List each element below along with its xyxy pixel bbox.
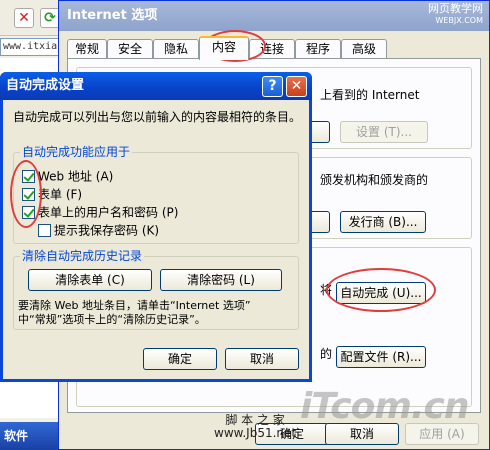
watermark-top-text: 网页教学网: [428, 2, 483, 15]
profile-button[interactable]: 配置文件 (R)...: [336, 346, 426, 368]
prompt-save-password-label: 提示我保存密码 (K): [54, 223, 160, 238]
stop-icon[interactable]: ✕: [14, 8, 34, 28]
jb51-watermark: 脚 本 之 家 www.Jb51.net: [214, 414, 296, 440]
jb51-site-url: www.Jb51.net: [214, 426, 297, 440]
tab-advanced[interactable]: 高级: [341, 39, 387, 59]
autocomplete-title: 自动完成设置: [6, 78, 85, 93]
clear-history-note: 要清除 Web 地址条目，请单击“Internet 选项” 中“常规”选项卡上的…: [18, 299, 251, 327]
profile-text-fragment: 的: [320, 347, 333, 361]
prompt-save-password-checkbox[interactable]: [38, 224, 51, 237]
certificates-text: 颁发机构和颁发商的: [320, 173, 429, 187]
web-address-option[interactable]: Web 地址 (A): [22, 169, 113, 185]
clear-history-group-label: 清除自动完成历史记录: [20, 249, 145, 263]
clear-passwords-button[interactable]: 清除密码 (L): [160, 269, 282, 291]
clear-history-group: 清除自动完成历史记录 清除表单 (C) 清除密码 (L) 要清除 Web 地址条…: [13, 249, 299, 330]
prompt-save-password-option[interactable]: 提示我保存密码 (K): [38, 223, 159, 239]
settings-button[interactable]: 设置 (T)...: [340, 121, 428, 143]
tab-content[interactable]: 内容: [199, 36, 249, 60]
internet-options-title: Internet 选项: [67, 8, 158, 23]
clear-history-note-line1: 要清除 Web 地址条目，请单击“Internet 选项”: [18, 299, 251, 312]
username-password-checkbox[interactable]: [22, 206, 35, 219]
tab-programs[interactable]: 程序: [295, 39, 341, 59]
content-advisor-text: 上看到的 Internet: [320, 88, 420, 102]
tab-general[interactable]: 常规: [67, 39, 107, 59]
autocomplete-text-fragment: 将: [320, 283, 333, 297]
apply-to-group-label: 自动完成功能应用于: [20, 145, 133, 159]
forms-label: 表单 (F): [38, 187, 83, 202]
itcom-watermark: iTcom.cn: [300, 386, 469, 427]
web-address-checkbox[interactable]: [22, 170, 35, 183]
username-password-option[interactable]: 表单上的用户名和密码 (P): [22, 205, 178, 221]
help-icon[interactable]: ?: [262, 76, 283, 97]
username-password-label: 表单上的用户名和密码 (P): [38, 205, 179, 220]
clear-history-note-line2: 中“常规”选项卡上的“清除历史记录”。: [18, 313, 206, 326]
tab-connections[interactable]: 连接: [249, 39, 295, 59]
tab-security[interactable]: 安全: [107, 39, 153, 59]
web-address-label: Web 地址 (A): [38, 169, 114, 184]
refresh-icon[interactable]: ⟳: [40, 8, 60, 28]
watermark-top-url: WEBJX.COM: [435, 16, 483, 25]
tab-privacy[interactable]: 隐私: [153, 39, 199, 59]
internet-options-titlebar[interactable]: Internet 选项 网页教学网 WEBJX.COM: [59, 1, 489, 31]
autocomplete-titlebar[interactable]: 自动完成设置 ? ✕: [0, 72, 312, 100]
autocomplete-button[interactable]: 自动完成 (U)...: [336, 282, 426, 304]
autocomplete-description: 自动完成可以列出与您以前输入的内容最相符的条目。: [13, 110, 302, 124]
close-icon[interactable]: ✕: [286, 76, 307, 97]
autocomplete-dialog: 自动完成设置 ? ✕ 自动完成可以列出与您以前输入的内容最相符的条目。 自动完成…: [0, 72, 312, 382]
forms-checkbox[interactable]: [22, 188, 35, 201]
autocomplete-cancel-button[interactable]: 取消: [225, 348, 299, 370]
watermark-top: 网页教学网 WEBJX.COM: [428, 3, 483, 27]
clear-forms-button[interactable]: 清除表单 (C): [28, 269, 152, 291]
forms-option[interactable]: 表单 (F): [22, 187, 82, 203]
publishers-button[interactable]: 发行商 (B)...: [340, 211, 426, 233]
autocomplete-ok-button[interactable]: 确定: [143, 348, 217, 370]
apply-to-group: 自动完成功能应用于 Web 地址 (A) 表单 (F) 表单上的用户名和密码 (…: [13, 145, 299, 244]
